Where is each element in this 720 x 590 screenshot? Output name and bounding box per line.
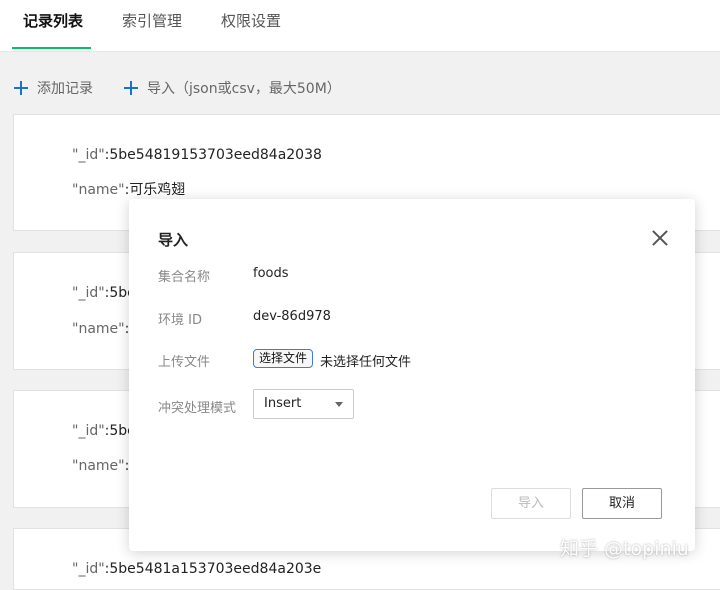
- record-id: "_id":5be: [72, 423, 136, 439]
- dialog-title: 导入: [158, 231, 189, 249]
- record-id: "_id":5be: [72, 285, 136, 301]
- tab-records[interactable]: 记录列表: [23, 0, 83, 49]
- toolbar: 添加记录 导入（json或csv，最大50M）: [0, 52, 720, 112]
- close-icon[interactable]: [652, 230, 668, 246]
- add-record-label: 添加记录: [37, 81, 93, 97]
- upload-file-label: 上传文件: [158, 355, 211, 370]
- add-record-button[interactable]: 添加记录: [14, 78, 93, 100]
- choose-file-button[interactable]: 选择文件: [253, 349, 314, 368]
- cancel-button[interactable]: 取消: [582, 488, 662, 519]
- import-confirm-button[interactable]: 导入: [491, 488, 571, 519]
- record-name: "name":可乐鸡翅: [72, 182, 186, 198]
- tab-index-management[interactable]: 索引管理: [122, 0, 182, 49]
- caret-down-icon: [335, 402, 343, 407]
- plus-icon: [14, 81, 28, 95]
- tab-bar: 记录列表 索引管理 权限设置: [0, 0, 720, 52]
- record-id: "_id":5be5481a153703eed84a203e: [72, 561, 322, 577]
- record-id: "_id":5be54819153703eed84a2038: [72, 147, 322, 163]
- active-tab-indicator: [12, 47, 91, 49]
- import-button[interactable]: 导入（json或csv，最大50M）: [124, 78, 341, 100]
- file-status-text: 未选择任何文件: [320, 355, 412, 370]
- environment-id-label: 环境 ID: [158, 313, 202, 328]
- collection-name-label: 集合名称: [158, 270, 211, 285]
- tab-permissions[interactable]: 权限设置: [221, 0, 281, 49]
- collection-name-value: foods: [253, 266, 289, 281]
- conflict-mode-label: 冲突处理模式: [158, 401, 237, 416]
- watermark-text: 知乎 @topiniu: [560, 538, 689, 560]
- import-label: 导入（json或csv，最大50M）: [147, 81, 341, 97]
- conflict-mode-value: Insert: [264, 396, 302, 411]
- import-dialog: 导入 集合名称 foods 环境 ID dev-86d978 上传文件 选择文件…: [129, 199, 695, 551]
- environment-id-value: dev-86d978: [253, 309, 331, 324]
- plus-icon: [124, 81, 138, 95]
- conflict-mode-select[interactable]: Insert: [253, 389, 354, 419]
